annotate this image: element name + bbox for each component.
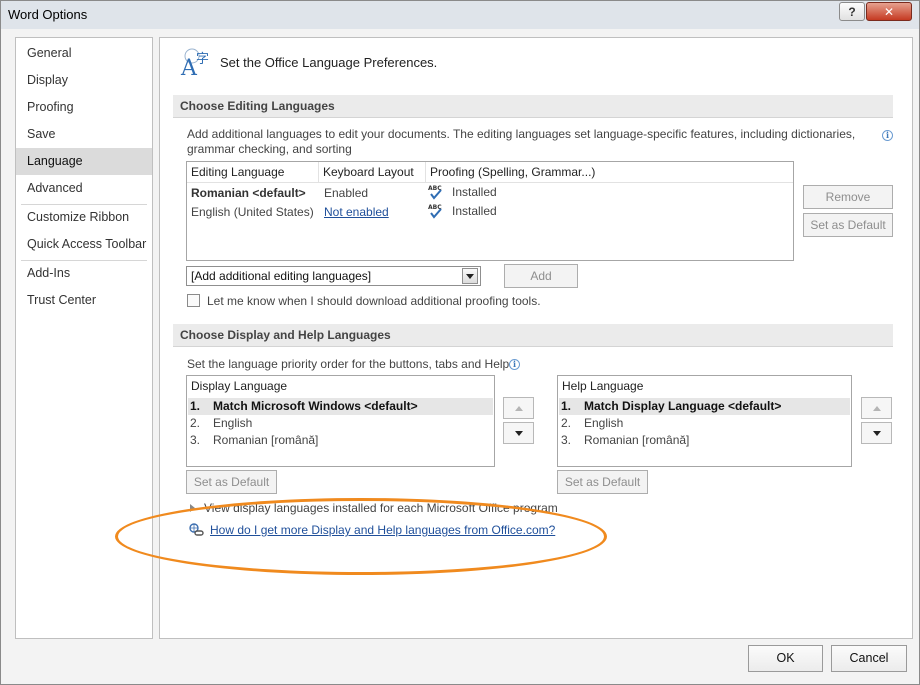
word-options-dialog: Word Options ? ✕ General Display Proofin… — [0, 0, 920, 685]
close-icon: ✕ — [883, 4, 895, 19]
close-button[interactable]: ✕ — [866, 2, 912, 21]
list-item-label: English — [584, 416, 624, 430]
move-down-display-button[interactable] — [503, 422, 534, 444]
window-title: Word Options — [8, 7, 88, 22]
list-item[interactable]: 2. English — [188, 415, 493, 432]
keyboard-layout-cell: Enabled — [324, 186, 369, 200]
list-item-label: Match Display Language <default> — [584, 399, 782, 413]
arrow-down-icon — [873, 431, 881, 436]
list-item-number: 1. — [190, 399, 201, 413]
editing-languages-table[interactable]: Editing Language Keyboard Layout Proofin… — [186, 161, 794, 261]
list-item-number: 2. — [190, 416, 201, 430]
nav-item-general[interactable]: General — [16, 40, 152, 67]
display-language-header: Display Language — [191, 379, 288, 393]
arrow-down-icon — [515, 431, 523, 436]
list-item[interactable]: 1. Match Microsoft Windows <default> — [188, 398, 493, 415]
help-icon: ? — [848, 4, 856, 19]
list-item-number: 2. — [561, 416, 572, 430]
list-item-label: English — [213, 416, 253, 430]
list-item-label: Romanian [română] — [584, 433, 690, 447]
add-editing-language-dropdown[interactable]: [Add additional editing languages] — [186, 266, 481, 286]
language-icon: A 字 — [180, 48, 209, 77]
nav-item-advanced[interactable]: Advanced — [16, 175, 152, 202]
proofing-status-cell: Installed — [452, 185, 497, 199]
nav-item-trust-center[interactable]: Trust Center — [16, 287, 152, 314]
description-line: grammar checking, and sorting — [187, 142, 352, 156]
arrow-up-icon — [515, 406, 523, 411]
cancel-button[interactable]: Cancel — [831, 645, 907, 672]
list-item-label: Romanian [română] — [213, 433, 319, 447]
nav-item-save[interactable]: Save — [16, 121, 152, 148]
display-help-description: Set the language priority order for the … — [187, 357, 510, 371]
editing-languages-section-title: Choose Editing Languages — [173, 95, 893, 118]
help-language-header: Help Language — [562, 379, 644, 393]
move-up-display-button[interactable] — [503, 397, 534, 419]
download-proofing-tools-checkbox[interactable] — [187, 294, 200, 307]
info-icon[interactable]: i — [509, 359, 520, 370]
remove-button[interactable]: Remove — [803, 185, 893, 209]
display-language-list[interactable]: Display Language 1. Match Microsoft Wind… — [186, 375, 495, 467]
editing-language-cell: Romanian <default> — [191, 186, 306, 200]
column-header-proofing[interactable]: Proofing (Spelling, Grammar...) — [426, 162, 793, 183]
proofing-status-cell: Installed — [452, 204, 497, 218]
set-as-default-help-button[interactable]: Set as Default — [557, 470, 648, 494]
move-down-help-button[interactable] — [861, 422, 892, 444]
nav-item-quick-access-toolbar[interactable]: Quick Access Toolbar — [16, 231, 152, 258]
arrow-up-icon — [873, 406, 881, 411]
list-item[interactable]: 3. Romanian [română] — [188, 432, 493, 449]
list-item[interactable]: 1. Match Display Language <default> — [559, 398, 850, 415]
info-icon[interactable]: i — [882, 130, 893, 141]
editing-language-cell: English (United States) — [191, 205, 314, 219]
set-as-default-display-button[interactable]: Set as Default — [186, 470, 277, 494]
dropdown-button[interactable] — [462, 268, 478, 284]
svg-text:字: 字 — [196, 52, 209, 67]
spellcheck-icon: ABC — [428, 185, 442, 200]
help-button[interactable]: ? — [839, 2, 865, 21]
set-as-default-editing-button[interactable]: Set as Default — [803, 213, 893, 237]
description-line: Add additional languages to edit your do… — [187, 127, 856, 141]
list-item[interactable]: 2. English — [559, 415, 850, 432]
list-item-number: 3. — [561, 433, 572, 447]
help-language-list[interactable]: Help Language 1. Match Display Language … — [557, 375, 852, 467]
column-header-keyboard-layout[interactable]: Keyboard Layout — [319, 162, 426, 183]
nav-item-customize-ribbon[interactable]: Customize Ribbon — [16, 204, 152, 231]
list-item-label: Match Microsoft Windows <default> — [213, 399, 418, 413]
list-item-number: 1. — [561, 399, 572, 413]
column-header-editing-language[interactable]: Editing Language — [187, 162, 319, 183]
highlight-annotation — [115, 498, 607, 575]
dropdown-value: [Add additional editing languages] — [191, 269, 372, 283]
download-proofing-tools-label[interactable]: Let me know when I should download addit… — [207, 294, 541, 308]
nav-item-language[interactable]: Language — [16, 148, 152, 175]
display-help-section-title: Choose Display and Help Languages — [173, 324, 893, 347]
page-heading: Set the Office Language Preferences. — [220, 55, 438, 70]
nav-item-display[interactable]: Display — [16, 67, 152, 94]
list-item-number: 3. — [190, 433, 201, 447]
ok-button[interactable]: OK — [748, 645, 823, 672]
list-item[interactable]: 3. Romanian [română] — [559, 432, 850, 449]
title-bar[interactable]: Word Options ? ✕ — [1, 1, 919, 29]
move-up-help-button[interactable] — [861, 397, 892, 419]
nav-item-proofing[interactable]: Proofing — [16, 94, 152, 121]
spellcheck-icon: ABC — [428, 204, 442, 219]
add-language-button[interactable]: Add — [504, 264, 578, 288]
not-enabled-link[interactable]: Not enabled — [324, 203, 389, 222]
table-header: Editing Language Keyboard Layout Proofin… — [187, 162, 793, 183]
chevron-down-icon — [466, 274, 474, 279]
editing-languages-description: Add additional languages to edit your do… — [187, 127, 887, 157]
nav-item-add-ins[interactable]: Add-Ins — [16, 260, 152, 287]
